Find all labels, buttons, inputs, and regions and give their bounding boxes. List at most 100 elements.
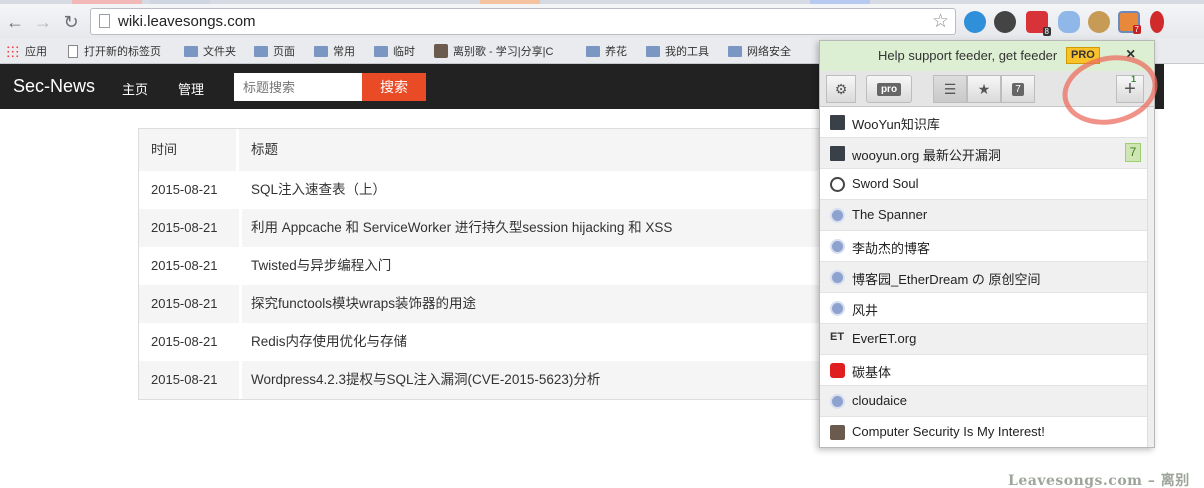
feed-item[interactable]: 李劼杰的博客 <box>820 231 1147 262</box>
feeder-rss-icon[interactable]: 7 <box>1118 11 1141 34</box>
feed-item[interactable]: ET EverET.org <box>820 324 1147 355</box>
nav-home-link[interactable]: 主页 <box>122 79 148 98</box>
et-logo-icon: ET <box>830 331 845 343</box>
row-title-link[interactable]: 利用 Appcache 和 ServiceWorker 进行持久型session… <box>239 209 838 247</box>
table-row[interactable]: 2015-08-21 SQL注入速查表（上） <box>139 171 838 209</box>
bookmark-item[interactable]: 离别歌 - 学习|分享|C <box>434 42 553 60</box>
extension-red-icon[interactable]: 8 <box>1026 11 1051 36</box>
cookie-icon[interactable] <box>1088 11 1110 33</box>
row-time: 2015-08-21 <box>151 258 218 273</box>
feed-item[interactable]: cloudaice <box>820 386 1147 417</box>
row-title-link[interactable]: Redis内存使用优化与存储 <box>239 323 838 361</box>
bookmark-folder[interactable]: 常用 <box>314 42 355 60</box>
feed-item[interactable]: Computer Security Is My Interest! <box>820 417 1147 447</box>
extension-badge: 7 <box>1132 25 1141 34</box>
feed-item[interactable]: Sword Soul <box>820 169 1147 200</box>
bookmark-folder[interactable]: 我的工具 <box>646 42 709 60</box>
promo-text: Help support feeder, get feeder <box>878 48 1058 63</box>
scrollbar[interactable] <box>1147 107 1154 447</box>
globe-icon <box>830 270 845 285</box>
feed-list: WooYun知识库 wooyun.org 最新公开漏洞 7 Sword Soul … <box>820 107 1147 447</box>
back-icon[interactable]: ← <box>4 11 26 33</box>
avatar-icon <box>830 425 845 440</box>
feed-favicon-icon <box>830 177 845 192</box>
unread-count: 7 <box>1012 82 1024 96</box>
column-divider <box>239 209 242 247</box>
extension-icon[interactable] <box>964 11 986 33</box>
feed-name: The Spanner <box>852 207 928 222</box>
settings-gear-icon[interactable]: ⚙ <box>826 75 856 103</box>
forward-icon[interactable]: → <box>32 11 54 33</box>
feed-name: 风井 <box>852 303 879 318</box>
news-table: 时间 标题 2015-08-21 SQL注入速查表（上） 2015-08-21 … <box>138 128 838 400</box>
title-search-input[interactable] <box>234 73 362 101</box>
row-time: 2015-08-21 <box>151 334 218 349</box>
extension-icon[interactable] <box>1150 11 1164 33</box>
extension-icon[interactable] <box>994 11 1016 33</box>
column-header-time: 时间 <box>139 129 239 171</box>
feed-name: EverET.org <box>852 331 917 346</box>
url-bar[interactable]: wiki.leavesongs.com ☆ <box>90 8 956 35</box>
globe-icon <box>830 208 845 223</box>
folder-icon <box>184 45 198 57</box>
feed-name: Computer Security Is My Interest! <box>852 424 1045 439</box>
feed-name: Sword Soul <box>852 176 919 191</box>
feed-name: WooYun知识库 <box>852 117 940 132</box>
bookmark-folder[interactable]: 养花 <box>586 42 627 60</box>
feed-item[interactable]: The Spanner <box>820 200 1147 231</box>
search-button[interactable]: 搜索 <box>362 73 426 101</box>
row-time: 2015-08-21 <box>151 182 218 197</box>
extension-icon[interactable] <box>1058 11 1080 33</box>
address-toolbar: ← → ↻ wiki.leavesongs.com ☆ 8 7 <box>0 4 1204 38</box>
unread-count-button[interactable]: 7 <box>1001 75 1035 103</box>
feed-item[interactable]: 碳基体 <box>820 355 1147 386</box>
table-row[interactable]: 2015-08-21 Wordpress4.2.3提权与SQL注入漏洞(CVE-… <box>139 361 838 399</box>
bookmark-folder[interactable]: 页面 <box>254 42 295 60</box>
table-row[interactable]: 2015-08-21 Redis内存使用优化与存储 <box>139 323 838 361</box>
row-title-link[interactable]: 探究functools模块wraps装饰器的用途 <box>239 285 838 323</box>
globe-icon <box>830 301 845 316</box>
feed-name: 博客园_EtherDream の 原创空间 <box>852 272 1041 287</box>
table-row[interactable]: 2015-08-21 探究functools模块wraps装饰器的用途 <box>139 285 838 323</box>
table-row[interactable]: 2015-08-21 Twisted与异步编程入门 <box>139 247 838 285</box>
folder-icon <box>586 45 600 57</box>
column-header-title: 标题 <box>239 129 838 171</box>
starred-icon[interactable]: ★ <box>967 75 1001 103</box>
watermark: Leavesongs.com – 离别歌 <box>1008 473 1190 488</box>
pro-button[interactable]: pro <box>866 75 912 103</box>
screen: ← → ↻ wiki.leavesongs.com ☆ 8 7 应用 打开新的标… <box>0 0 1204 488</box>
extension-badge: 8 <box>1042 27 1051 36</box>
bookmark-folder[interactable]: 网络安全 <box>728 42 791 60</box>
row-time: 2015-08-21 <box>151 220 218 235</box>
feed-item[interactable]: 风井 <box>820 293 1147 324</box>
bookmark-star-icon[interactable]: ☆ <box>932 10 949 33</box>
feed-name: 李劼杰的博客 <box>852 241 931 256</box>
row-title-link[interactable]: SQL注入速查表（上） <box>239 171 838 209</box>
bookmark-apps[interactable]: 应用 <box>6 42 47 60</box>
site-brand[interactable]: Sec-News <box>13 76 95 97</box>
list-view-icon[interactable]: ☰ <box>933 75 967 103</box>
pro-label: pro <box>876 82 902 96</box>
table-header-row: 时间 标题 <box>139 129 838 171</box>
feed-item[interactable]: 博客园_EtherDream の 原创空间 <box>820 262 1147 293</box>
globe-icon <box>830 239 845 254</box>
bookmark-folder[interactable]: 临时 <box>374 42 415 60</box>
page-icon <box>68 44 78 58</box>
bookmark-item[interactable]: 打开新的标签页 <box>68 42 161 60</box>
bookmark-folder[interactable]: 文件夹 <box>184 42 236 60</box>
row-title-link[interactable]: Wordpress4.2.3提权与SQL注入漏洞(CVE-2015-5623)分… <box>239 361 838 399</box>
site-favicon <box>434 44 448 58</box>
nav-admin-link[interactable]: 管理 <box>178 79 204 98</box>
feed-item[interactable]: wooyun.org 最新公开漏洞 7 <box>820 138 1147 169</box>
reload-icon[interactable]: ↻ <box>60 11 82 33</box>
url-text: wiki.leavesongs.com <box>118 13 256 30</box>
folder-icon <box>314 45 328 57</box>
table-row[interactable]: 2015-08-21 利用 Appcache 和 ServiceWorker 进… <box>139 209 838 247</box>
unread-badge: 7 <box>1125 143 1141 162</box>
row-time: 2015-08-21 <box>151 296 218 311</box>
row-title-link[interactable]: Twisted与异步编程入门 <box>239 247 838 285</box>
folder-icon <box>254 45 268 57</box>
folder-icon <box>374 45 388 57</box>
feed-name: cloudaice <box>852 393 907 408</box>
globe-icon <box>830 394 845 409</box>
